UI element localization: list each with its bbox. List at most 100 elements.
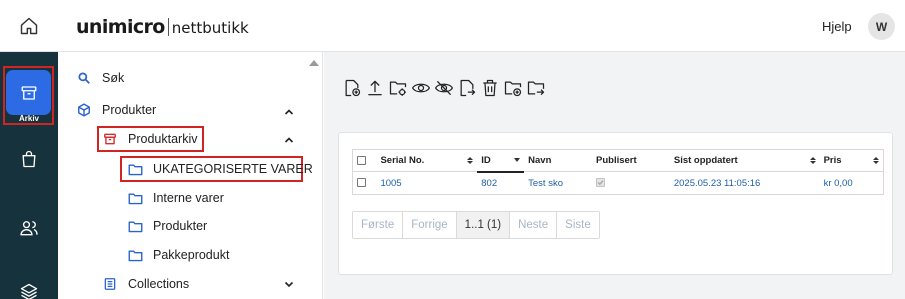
pager-last-button[interactable]: Siste (557, 212, 599, 238)
home-button[interactable] (0, 0, 58, 52)
product-list-card: Serial No. ID Navn Publisert Sist oppdat… (338, 132, 893, 275)
tree-item-uncategorized[interactable]: UKATEGORISERTE VARER (127, 161, 313, 177)
main-panel: Serial No. ID Navn Publisert Sist oppdat… (324, 52, 905, 299)
user-avatar[interactable]: W (868, 13, 895, 40)
check-icon (597, 180, 604, 186)
pager-first-button[interactable]: Første (353, 212, 404, 238)
pager-current-page: 1..1 (1) (456, 212, 511, 238)
sort-icon (809, 157, 816, 164)
tree-item-uncategorized-label: UKATEGORISERTE VARER (153, 162, 313, 176)
cell-published (592, 171, 670, 195)
sort-desc-icon (514, 158, 521, 163)
column-serial-label: Serial No. (380, 155, 425, 166)
tree-item-collections[interactable]: Collections (102, 276, 189, 292)
tree-item-products-folder[interactable]: Produkter (127, 218, 207, 234)
layers-icon (20, 283, 38, 299)
rail-item-shop[interactable] (17, 147, 41, 171)
archive-icon (102, 131, 118, 147)
move-folder-icon (527, 81, 544, 96)
tree-item-internal[interactable]: Interne varer (127, 190, 224, 206)
collection-icon (102, 276, 118, 292)
pager-next-button[interactable]: Neste (510, 212, 558, 238)
rail-item-layers[interactable] (17, 280, 41, 299)
toolbar (340, 76, 547, 100)
folder-icon (127, 161, 143, 177)
cell-updated[interactable]: 2025.05.23 11:05:16 (669, 171, 820, 195)
row-checkbox[interactable] (357, 178, 366, 188)
help-link[interactable]: Hjelp (822, 19, 852, 34)
table-row[interactable]: 1005 802 Test sko 2025.05.23 11:05:16 kr… (352, 171, 884, 195)
select-all-checkbox[interactable] (357, 155, 366, 165)
folder-settings-button[interactable] (386, 76, 409, 100)
show-icon (411, 83, 430, 93)
cell-serial[interactable]: 1005 (376, 171, 478, 195)
home-icon (20, 17, 38, 35)
tree-item-bundle-label: Pakkeprodukt (153, 248, 230, 262)
rail-item-customers[interactable] (17, 216, 41, 240)
bag-icon (22, 150, 36, 168)
chevron-up-icon[interactable] (283, 106, 295, 118)
column-published-label: Publisert (596, 155, 637, 166)
app-rail: Arkiv (0, 52, 58, 299)
folder-settings-icon (389, 81, 406, 96)
logo-product: nettbutikk (171, 19, 249, 37)
folder-icon (127, 190, 143, 206)
column-published[interactable]: Publisert (592, 149, 670, 172)
new-file-button[interactable] (340, 76, 363, 100)
upload-icon (367, 80, 382, 96)
tree-item-archive-label: Produktarkiv (128, 132, 198, 146)
move-file-button[interactable] (455, 76, 478, 100)
tree-item-collections-label: Collections (128, 277, 190, 291)
rail-item-archive[interactable] (6, 70, 51, 115)
delete-button[interactable] (478, 76, 501, 100)
new-folder-icon (504, 81, 521, 97)
tree-item-search[interactable]: Søk (76, 70, 124, 86)
cell-name[interactable]: Test sko (524, 171, 593, 195)
logo-brand: unimicro (76, 16, 165, 38)
column-id-label: ID (481, 154, 491, 166)
logo-divider (167, 18, 169, 36)
new-file-icon (345, 79, 360, 97)
hide-button[interactable] (432, 76, 455, 100)
pager-prev-button[interactable]: Forrige (403, 212, 457, 238)
tree-item-products[interactable]: Produkter (76, 102, 156, 118)
column-id[interactable]: ID (477, 149, 525, 173)
column-updated-label: Sist oppdatert (673, 155, 738, 166)
move-folder-button[interactable] (524, 76, 547, 100)
chevron-up-icon[interactable] (283, 134, 295, 146)
column-price[interactable]: Pris (819, 149, 884, 172)
users-icon (20, 221, 38, 236)
new-folder-button[interactable] (501, 76, 524, 100)
delete-icon (482, 79, 497, 97)
column-serial[interactable]: Serial No. (376, 149, 478, 172)
top-bar: unimicro nettbutikk Hjelp W (0, 0, 905, 52)
app-logo[interactable]: unimicro nettbutikk (76, 16, 249, 38)
scroll-up-arrow[interactable] (309, 60, 319, 66)
sort-icon (467, 157, 474, 164)
published-checkbox (596, 178, 606, 188)
pagination: Første Forrige 1..1 (1) Neste Siste (352, 211, 600, 239)
hide-icon (434, 80, 453, 96)
product-table: Serial No. ID Navn Publisert Sist oppdat… (352, 149, 884, 195)
row-select-cell (352, 171, 377, 195)
sort-icon (873, 157, 879, 164)
cube-icon (76, 102, 92, 118)
category-tree: Søk Produkter Produktarkiv UKATEGORISERT… (58, 52, 323, 299)
search-icon (76, 70, 92, 86)
folder-icon (127, 218, 143, 234)
cell-price[interactable]: kr 0,00 (819, 171, 884, 195)
tree-item-internal-label: Interne varer (153, 191, 224, 205)
show-button[interactable] (409, 76, 432, 100)
column-name-label: Navn (528, 155, 552, 166)
tree-item-products-label: Produkter (102, 103, 157, 117)
upload-button[interactable] (363, 76, 386, 100)
column-name[interactable]: Navn (524, 149, 593, 172)
chevron-down-icon[interactable] (283, 278, 295, 290)
tree-item-archive[interactable]: Produktarkiv (102, 131, 197, 147)
column-updated[interactable]: Sist oppdatert (669, 149, 820, 172)
table-header-row: Serial No. ID Navn Publisert Sist oppdat… (352, 149, 884, 173)
tree-item-bundle[interactable]: Pakkeprodukt (127, 247, 229, 263)
folder-icon (127, 247, 143, 263)
cell-id[interactable]: 802 (477, 171, 525, 195)
move-file-icon (460, 79, 475, 97)
